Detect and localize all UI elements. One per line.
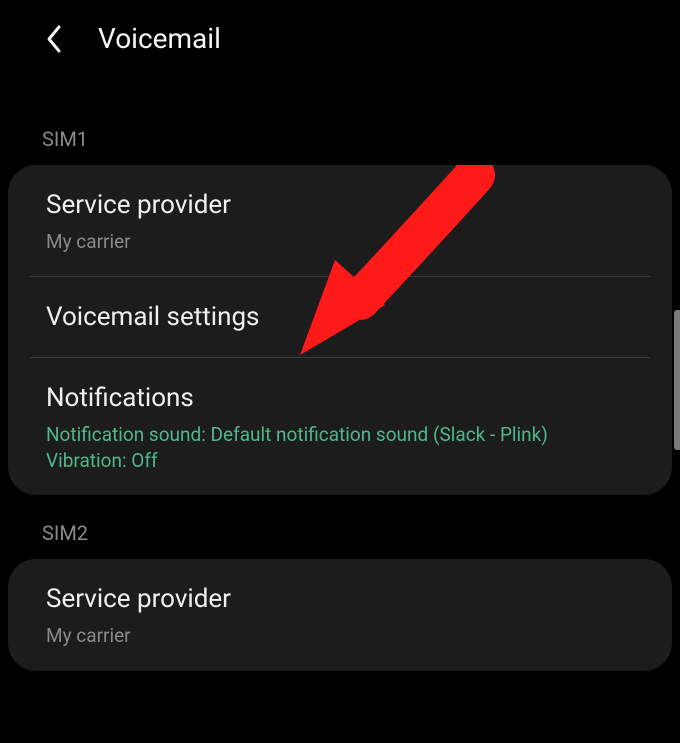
- item-subtitle: Notification sound: Default notification…: [46, 422, 634, 473]
- item-subtitle: My carrier: [46, 623, 634, 649]
- card-sim1: Service provider My carrier Voicemail se…: [8, 165, 672, 495]
- section-label-sim1: SIM1: [0, 77, 680, 165]
- item-title: Service provider: [46, 583, 634, 617]
- item-subtitle: My carrier: [46, 229, 634, 255]
- section-label-sim2: SIM2: [0, 495, 680, 559]
- item-service-provider-sim2[interactable]: Service provider My carrier: [8, 559, 672, 670]
- item-voicemail-settings[interactable]: Voicemail settings: [8, 277, 672, 357]
- item-title: Notifications: [46, 382, 634, 416]
- scroll-indicator[interactable]: [674, 310, 680, 450]
- item-service-provider-sim1[interactable]: Service provider My carrier: [8, 165, 672, 276]
- header: Voicemail: [0, 0, 680, 77]
- vibration-text: Vibration: Off: [46, 449, 158, 472]
- notification-sound-text: Notification sound: Default notification…: [46, 423, 548, 446]
- card-sim2: Service provider My carrier: [8, 559, 672, 670]
- item-notifications[interactable]: Notifications Notification sound: Defaul…: [8, 358, 672, 495]
- item-title: Voicemail settings: [46, 301, 634, 335]
- item-title: Service provider: [46, 189, 634, 223]
- page-title: Voicemail: [98, 22, 221, 55]
- back-icon[interactable]: [42, 27, 66, 51]
